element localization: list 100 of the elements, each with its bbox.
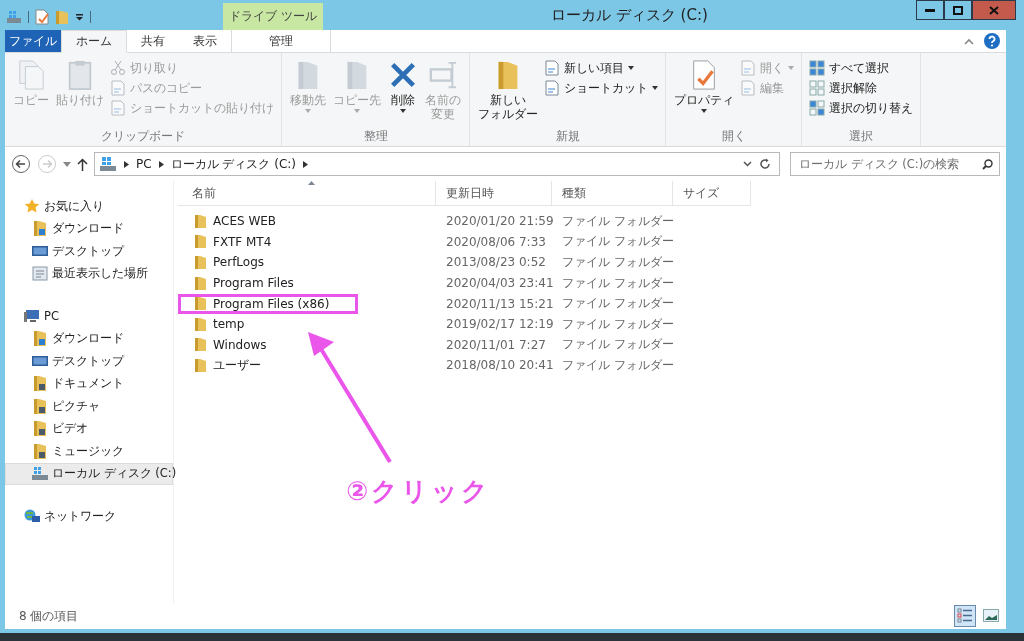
folder-icon bbox=[32, 331, 48, 347]
ribbon-tab[interactable]: ホーム bbox=[61, 30, 127, 53]
ribbon-button[interactable]: すべて選択 bbox=[807, 59, 915, 77]
annotation-text: ②クリック bbox=[346, 475, 491, 508]
table-cell-text: ファイル フォルダー bbox=[561, 274, 673, 292]
file-name[interactable]: ユーザー bbox=[213, 356, 261, 374]
ribbon-tab[interactable]: ファイル bbox=[5, 30, 61, 52]
folder-icon bbox=[194, 296, 207, 312]
address-bar[interactable]: PC ローカル ディスク (C:) bbox=[94, 152, 780, 176]
monitor-icon bbox=[32, 243, 48, 259]
file-name[interactable]: Windows bbox=[213, 337, 267, 352]
folder-icon bbox=[194, 316, 207, 332]
sidebar-item[interactable]: PC bbox=[5, 305, 173, 328]
grid-icon bbox=[809, 80, 825, 96]
grid-icon bbox=[809, 100, 825, 116]
column-header[interactable]: 更新日時 bbox=[436, 181, 552, 205]
sidebar-item[interactable]: お気に入り bbox=[5, 195, 173, 218]
ribbon-button[interactable]: 新しい項目 bbox=[542, 59, 660, 77]
sidebar-item[interactable]: ネットワーク bbox=[5, 505, 173, 528]
table-cell-text: 2020/08/06 7:33 bbox=[445, 234, 547, 249]
table-cell-text: 2020/04/03 23:41 bbox=[445, 276, 552, 291]
document-icon bbox=[740, 60, 756, 76]
ribbon-button[interactable]: プロパティ bbox=[671, 57, 737, 128]
column-header[interactable]: サイズ bbox=[673, 181, 751, 205]
drive-icon bbox=[99, 156, 117, 172]
breadcrumb-arrow-icon[interactable] bbox=[124, 160, 129, 168]
ribbon-button[interactable]: 選択の切り替え bbox=[807, 99, 915, 117]
documents-icon bbox=[16, 59, 46, 91]
file-name[interactable]: ACES WEB bbox=[213, 214, 277, 229]
breadcrumb-arrow-icon[interactable] bbox=[303, 160, 309, 168]
sidebar-item[interactable]: 最近表示した場所 bbox=[5, 262, 173, 285]
maximize-button[interactable] bbox=[944, 0, 972, 20]
dropdown-icon[interactable] bbox=[75, 13, 84, 21]
search-field[interactable]: ローカル ディスク (C:)の検索 bbox=[790, 152, 1000, 176]
table-cell-text: ファイル フォルダー bbox=[561, 315, 673, 333]
refresh-icon[interactable] bbox=[759, 158, 771, 170]
maximize-icon bbox=[953, 5, 963, 15]
close-button[interactable] bbox=[972, 0, 1016, 20]
document-icon bbox=[740, 80, 756, 96]
scissors-icon bbox=[110, 60, 126, 76]
ribbon-button[interactable]: ショートカット bbox=[542, 79, 660, 97]
folder-icon bbox=[32, 221, 48, 237]
back-button[interactable] bbox=[11, 154, 31, 174]
sidebar-item[interactable]: ピクチャ bbox=[5, 395, 173, 418]
up-arrow-icon[interactable] bbox=[77, 157, 88, 171]
table-cell-text: 2013/08/23 0:52 bbox=[445, 255, 547, 270]
document-icon bbox=[110, 80, 126, 96]
table-cell-text: ファイル フォルダー bbox=[561, 336, 673, 354]
file-name[interactable]: PerfLogs bbox=[213, 255, 265, 270]
table-cell-text: 2019/02/17 12:19 bbox=[445, 317, 552, 332]
rename-icon bbox=[428, 59, 458, 91]
properties-icon[interactable] bbox=[35, 9, 49, 25]
ribbon-group-label: クリップボード bbox=[100, 128, 186, 144]
ribbon-group-label: 新規 bbox=[554, 128, 581, 144]
help-icon[interactable] bbox=[984, 33, 1000, 49]
folder-icon bbox=[194, 255, 207, 270]
sidebar-item[interactable]: ドキュメント bbox=[5, 372, 173, 395]
file-name[interactable]: temp bbox=[213, 317, 245, 332]
sidebar-item[interactable]: ダウンロード bbox=[5, 327, 173, 350]
file-name[interactable]: Program Files bbox=[213, 276, 294, 291]
breadcrumb-item[interactable]: ローカル ディスク (C:) bbox=[170, 155, 297, 173]
table-cell-text: 2020/11/13 15:21 bbox=[445, 296, 552, 311]
folder-icon bbox=[194, 337, 207, 353]
breadcrumb-arrow-icon[interactable] bbox=[158, 160, 164, 168]
folder-icon bbox=[194, 357, 207, 373]
column-header[interactable]: 種類 bbox=[552, 181, 673, 205]
table-cell-text: 2020/11/01 7:27 bbox=[445, 337, 547, 352]
file-name[interactable]: Program Files (x86) bbox=[213, 296, 330, 311]
table-cell-text: ファイル フォルダー bbox=[561, 212, 673, 230]
image-icon bbox=[983, 609, 999, 623]
sidebar-item[interactable]: ダウンロード bbox=[5, 217, 173, 240]
sidebar-item[interactable]: ミュージック bbox=[5, 440, 173, 463]
dropdown-icon[interactable] bbox=[743, 161, 752, 167]
breadcrumb-item[interactable]: PC bbox=[136, 157, 152, 171]
table-cell-text: ファイル フォルダー bbox=[561, 356, 673, 374]
ribbon-button[interactable]: 選択解除 bbox=[807, 79, 915, 97]
sort-indicator-icon bbox=[308, 181, 315, 185]
sidebar-item[interactable]: デスクトップ bbox=[5, 240, 173, 263]
recent-places-icon bbox=[32, 266, 48, 282]
recent-locations-icon[interactable] bbox=[63, 161, 71, 167]
ribbon-button[interactable]: 削除 bbox=[385, 57, 421, 128]
folder-icon bbox=[32, 421, 48, 437]
ribbon-group-label: 選択 bbox=[848, 128, 874, 144]
ribbon-group-label: 開く bbox=[720, 128, 747, 144]
context-tab-label: ドライブ ツール bbox=[223, 3, 323, 30]
folder-icon bbox=[194, 275, 207, 291]
file-name[interactable]: FXTF MT4 bbox=[213, 234, 272, 249]
collapse-ribbon-icon[interactable] bbox=[964, 37, 974, 45]
sidebar-item[interactable]: ビデオ bbox=[5, 417, 173, 440]
search-icon[interactable] bbox=[982, 158, 993, 170]
drive-icon bbox=[32, 466, 48, 482]
window-title: ローカル ディスク (C:) bbox=[550, 5, 709, 25]
minimize-button[interactable] bbox=[916, 0, 944, 20]
folder-icon bbox=[194, 213, 207, 229]
view-button[interactable] bbox=[954, 605, 976, 627]
sidebar-item[interactable]: デスクトップ bbox=[5, 350, 173, 373]
ribbon-button[interactable]: 新しいフォルダー bbox=[475, 57, 541, 128]
folder-icon bbox=[32, 398, 48, 414]
ribbon-tab[interactable]: 管理 bbox=[231, 30, 331, 52]
table-cell-text: ファイル フォルダー bbox=[561, 233, 673, 251]
